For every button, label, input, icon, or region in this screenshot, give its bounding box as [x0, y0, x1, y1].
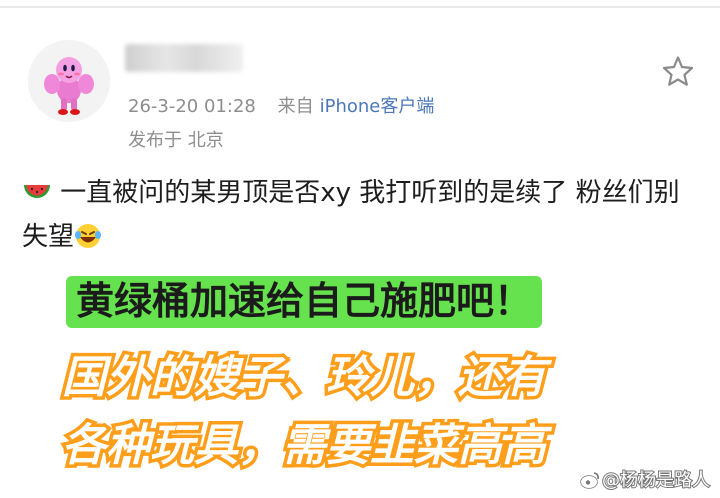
post-text: 一直被问的某男顶是否xy 我打听到的是续了 粉丝们别失望: [22, 178, 680, 252]
weibo-logo-icon: [580, 472, 599, 489]
avatar[interactable]: [28, 40, 110, 122]
source-link[interactable]: iPhone客户端: [320, 96, 435, 117]
post-meta: 26-3-20 01:28 来自 iPhone客户端: [128, 92, 434, 118]
weibo-post-card: 26-3-20 01:28 来自 iPhone客户端 发布于 北京 一直被问的某男…: [0, 0, 720, 498]
watermark-text: @杨杨是路人: [601, 469, 711, 492]
overlay-headline: 黄绿桶加速给自己施肥吧！: [66, 276, 543, 328]
watermelon-icon: [22, 180, 52, 206]
top-divider: [0, 6, 720, 8]
post-location: 发布于 北京: [128, 130, 224, 151]
source-prefix: 来自: [277, 96, 314, 117]
weibo-watermark: @杨杨是路人: [580, 466, 711, 492]
favorite-button[interactable]: [661, 54, 695, 88]
overlay-line-2: 各种玩具，需要韭菜高高: [59, 418, 550, 474]
post-body: 一直被问的某男顶是否xy 我打听到的是续了 粉丝们别失望: [22, 171, 702, 259]
laugh-cry-icon: [74, 222, 102, 250]
post-timestamp: 26-3-20 01:28: [128, 96, 256, 117]
overlay-line-1: 国外的嫂子、玲儿，还有: [59, 350, 550, 406]
username-redacted: [125, 44, 243, 72]
kirby-avatar-image: [28, 40, 110, 122]
star-icon: [662, 56, 694, 86]
